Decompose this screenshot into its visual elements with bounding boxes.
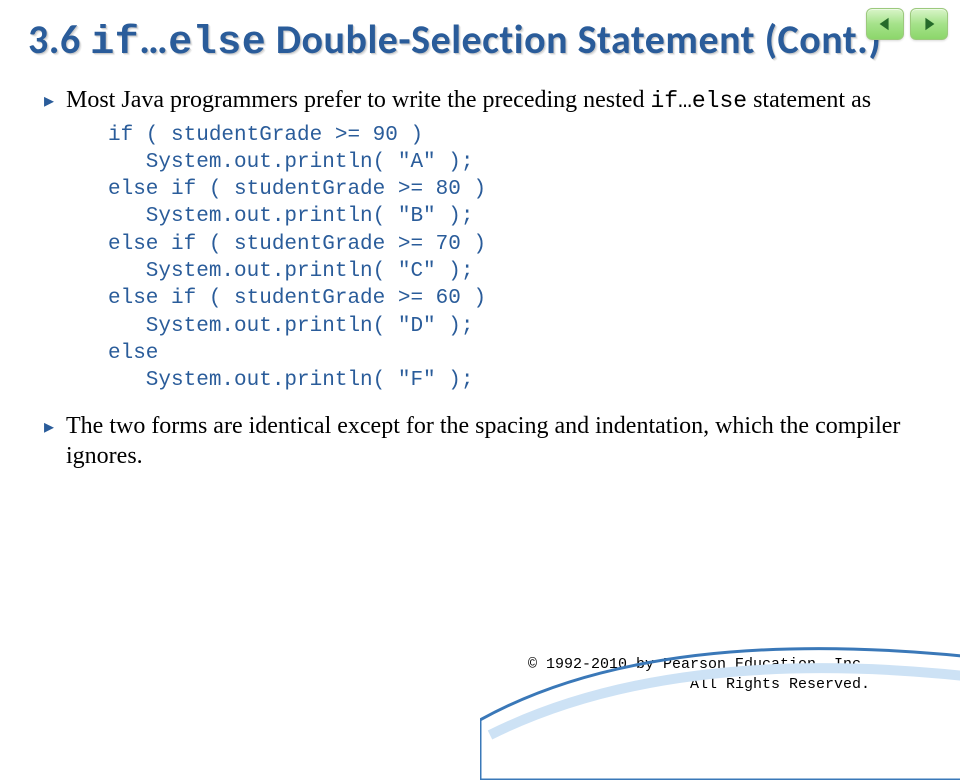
arrow-right-icon — [920, 15, 938, 33]
arrow-left-icon — [876, 15, 894, 33]
footer-line1: © 1992-2010 by Pearson Education, Inc. — [528, 655, 870, 675]
slide-title-wrap: 3.6 if…else Double-Selection Statement (… — [0, 0, 960, 77]
title-code-else: else — [168, 21, 266, 66]
bullet1-pre: Most Java programmers prefer to write th… — [66, 87, 650, 113]
copyright-footer: © 1992-2010 by Pearson Education, Inc. A… — [528, 655, 870, 694]
slide-content: ▸ Most Java programmers prefer to write … — [0, 77, 960, 471]
nav-arrows — [866, 8, 948, 40]
bullet-text: Most Java programmers prefer to write th… — [66, 85, 916, 116]
bullet1-post: statement as — [747, 87, 871, 113]
bullet1-inline-code: if…else — [650, 88, 747, 114]
title-ellipsis: … — [139, 15, 168, 64]
footer-line2: All Rights Reserved. — [528, 675, 870, 695]
bullet-text: The two forms are identical except for t… — [66, 411, 916, 471]
prev-button[interactable] — [866, 8, 904, 40]
title-section: 3.6 — [28, 15, 81, 64]
bullet-marker-icon: ▸ — [44, 411, 66, 471]
code-block: if ( studentGrade >= 90 ) System.out.pri… — [108, 122, 916, 395]
bullet-item: ▸ Most Java programmers prefer to write … — [44, 85, 916, 116]
next-button[interactable] — [910, 8, 948, 40]
bullet-marker-icon: ▸ — [44, 85, 66, 116]
bullet-item: ▸ The two forms are identical except for… — [44, 411, 916, 471]
title-rest: Double-Selection Statement (Cont.) — [266, 15, 881, 64]
slide-title: 3.6 if…else Double-Selection Statement (… — [28, 18, 932, 67]
title-code-if: if — [90, 21, 139, 66]
